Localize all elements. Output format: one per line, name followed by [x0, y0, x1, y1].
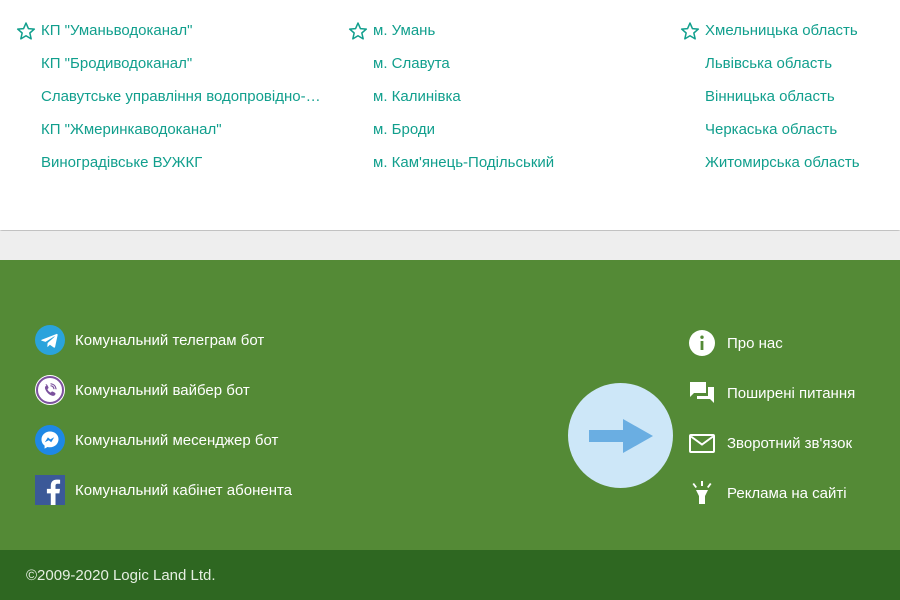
star-icon[interactable]	[348, 21, 373, 41]
list-item[interactable]: Львівська область	[680, 47, 890, 80]
advertising-link[interactable]: Реклама на сайті	[687, 468, 855, 518]
about-link[interactable]: Про нас	[687, 318, 855, 368]
enterprise-link[interactable]: КП "Бродиводоканал"	[41, 55, 192, 72]
star-icon[interactable]	[680, 21, 705, 41]
link-label: Зворотний зв'язок	[727, 434, 853, 452]
cities-column: м. Умань м. Славута м. Калинівка м. Брод…	[348, 14, 648, 179]
link-label: Реклама на сайті	[727, 484, 847, 502]
bot-label: Комунальний вайбер бот	[75, 381, 250, 399]
copyright-bar: ©2009-2020 Logic Land Ltd.	[0, 550, 900, 600]
mail-icon	[687, 428, 717, 458]
subscriber-cabinet-link[interactable]: Комунальний кабінет абонента	[35, 465, 292, 515]
telegram-bot-link[interactable]: Комунальний телеграм бот	[35, 315, 292, 365]
region-link[interactable]: Львівська область	[705, 55, 832, 72]
enterprise-link[interactable]: КП "Жмеринкаводоканал"	[41, 121, 222, 138]
regions-column: Хмельницька область Львівська область Ві…	[680, 14, 890, 179]
enterprise-link[interactable]: Виноградівське ВУЖКГ	[41, 154, 202, 171]
list-item[interactable]: КП "Бродиводоканал"	[16, 47, 326, 80]
city-link[interactable]: м. Умань	[373, 22, 435, 39]
facebook-icon	[35, 475, 65, 505]
city-link[interactable]: м. Калинівка	[373, 88, 461, 105]
list-item[interactable]: КП "Уманьводоканал"	[16, 14, 326, 47]
faq-icon	[687, 378, 717, 408]
city-link[interactable]: м. Кам'янець-Подільський	[373, 154, 554, 171]
list-item[interactable]: м. Славута	[348, 47, 648, 80]
list-item[interactable]: Хмельницька область	[680, 14, 890, 47]
star-icon[interactable]	[16, 21, 41, 41]
spotlight-icon	[687, 478, 717, 508]
link-label: Поширені питання	[727, 384, 856, 402]
bots-list: Комунальний телеграм бот Комунальний вай…	[35, 315, 292, 515]
region-link[interactable]: Вінницька область	[705, 88, 835, 105]
feedback-link[interactable]: Зворотний зв'язок	[687, 418, 855, 468]
list-item[interactable]: КП "Жмеринкаводоканал"	[16, 113, 326, 146]
region-link[interactable]: Хмельницька область	[705, 22, 858, 39]
link-label: Про нас	[727, 334, 783, 352]
telegram-icon	[35, 325, 65, 355]
messenger-bot-link[interactable]: Комунальний месенджер бот	[35, 415, 292, 465]
list-item[interactable]: м. Умань	[348, 14, 648, 47]
bot-label: Комунальний месенджер бот	[75, 431, 279, 449]
region-link[interactable]: Житомирська область	[705, 154, 860, 171]
section-divider	[0, 231, 900, 260]
list-item[interactable]: м. Калинівка	[348, 80, 648, 113]
favorites-panel: КП "Уманьводоканал" КП "Бродиводоканал" …	[0, 0, 900, 230]
list-item[interactable]: м. Броди	[348, 113, 648, 146]
info-icon	[687, 328, 717, 358]
copyright-text: ©2009-2020 Logic Land Ltd.	[26, 566, 216, 584]
bot-label: Комунальний телеграм бот	[75, 331, 265, 349]
region-link[interactable]: Черкаська область	[705, 121, 837, 138]
faq-link[interactable]: Поширені питання	[687, 368, 855, 418]
list-item[interactable]: Черкаська область	[680, 113, 890, 146]
viber-icon	[35, 375, 65, 405]
list-item[interactable]: Славутське управління водопровідно-…	[16, 80, 326, 113]
bot-label: Комунальний кабінет абонента	[75, 481, 293, 499]
enterprise-link[interactable]: Славутське управління водопровідно-…	[41, 88, 321, 105]
list-item[interactable]: Вінницька область	[680, 80, 890, 113]
footer: Комунальний телеграм бот Комунальний вай…	[0, 260, 900, 550]
list-item[interactable]: Виноградівське ВУЖКГ	[16, 146, 326, 179]
list-item[interactable]: м. Кам'янець-Подільський	[348, 146, 648, 179]
info-links: Про нас Поширені питання Зворотний зв'яз…	[687, 318, 855, 518]
messenger-icon	[35, 425, 65, 455]
enterprises-column: КП "Уманьводоканал" КП "Бродиводоканал" …	[16, 14, 326, 179]
city-link[interactable]: м. Броди	[373, 121, 435, 138]
list-item[interactable]: Житомирська область	[680, 146, 890, 179]
enterprise-link[interactable]: КП "Уманьводоканал"	[41, 22, 192, 39]
city-link[interactable]: м. Славута	[373, 55, 450, 72]
arrow-right-icon	[588, 418, 653, 453]
scroll-arrow-button[interactable]	[568, 383, 673, 488]
viber-bot-link[interactable]: Комунальний вайбер бот	[35, 365, 292, 415]
